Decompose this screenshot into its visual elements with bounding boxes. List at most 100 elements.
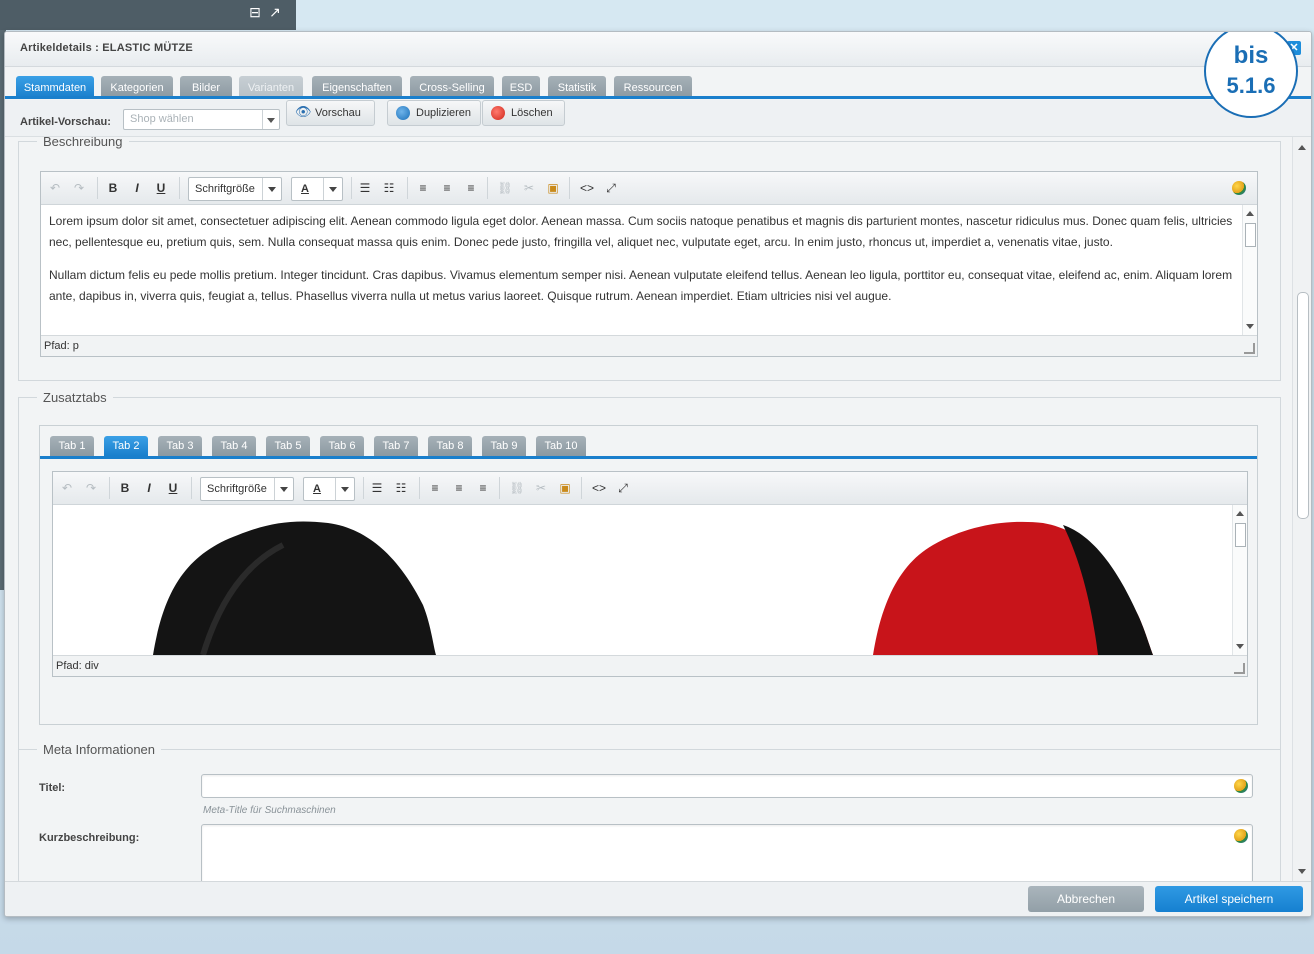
editor-scrollbar[interactable]	[1242, 205, 1257, 335]
editor-scrollbar[interactable]	[1232, 505, 1247, 655]
meta-short-description-input[interactable]	[201, 824, 1253, 882]
resize-handle-icon[interactable]	[1234, 663, 1245, 674]
article-toolbar: Artikel-Vorschau: Shop wählen 👁 Vorschau…	[5, 100, 1311, 137]
tab-statistik[interactable]: Statistik	[548, 76, 606, 98]
chevron-down-icon[interactable]	[262, 178, 281, 200]
align-left-icon[interactable]: ≡	[415, 180, 431, 196]
link-icon[interactable]: ⛓	[509, 480, 525, 496]
globe-icon[interactable]	[1234, 779, 1248, 793]
shop-select[interactable]: Shop wählen	[123, 109, 280, 130]
description-paragraph: Lorem ipsum dolor sit amet, consectetuer…	[49, 214, 1233, 249]
delete-icon	[491, 106, 505, 120]
meta-title-hint: Meta-Title für Suchmaschinen	[203, 805, 336, 816]
external-link-icon[interactable]: ↗	[267, 4, 283, 20]
globe-icon[interactable]	[1234, 829, 1248, 843]
chevron-down-icon[interactable]	[262, 110, 279, 129]
align-right-icon[interactable]: ≡	[463, 180, 479, 196]
unlink-icon[interactable]: ✂	[533, 480, 549, 496]
underline-icon[interactable]: U	[153, 180, 169, 196]
align-center-icon[interactable]: ≡	[451, 480, 467, 496]
meta-title-input[interactable]	[201, 774, 1253, 798]
text-color-icon: A	[301, 183, 309, 195]
ztab-5[interactable]: Tab 5	[266, 436, 310, 456]
zusatztabs-panel: Tab 1 Tab 2 Tab 3 Tab 4 Tab 5 Tab 6 Tab …	[39, 425, 1258, 725]
save-article-button[interactable]: Artikel speichern	[1155, 886, 1303, 912]
version-badge-line2: 5.1.6	[1226, 73, 1276, 98]
text-color-select[interactable]: A	[303, 477, 355, 501]
align-center-icon[interactable]: ≡	[439, 180, 455, 196]
ztab-4[interactable]: Tab 4	[212, 436, 256, 456]
window-header[interactable]: Artikeldetails : ELASTIC MÜTZE ✕	[5, 32, 1311, 67]
tab-cross-selling[interactable]: Cross-Selling	[410, 76, 494, 98]
globe-icon[interactable]	[1232, 181, 1246, 195]
tab-underline	[5, 96, 1311, 99]
tab-bilder[interactable]: Bilder	[180, 76, 232, 98]
numbered-list-icon[interactable]: ☷	[393, 480, 409, 496]
link-icon[interactable]: ⛓	[497, 180, 513, 196]
ztab-7[interactable]: Tab 7	[374, 436, 418, 456]
duplicate-button[interactable]: Duplizieren	[387, 100, 481, 126]
ztab-3[interactable]: Tab 3	[158, 436, 202, 456]
tab-content-editor: ↶ ↷ B I U Schriftgröße A ☰ ☷ ≡ ≡ ≡ ⛓ ✂ ▣…	[52, 471, 1248, 677]
bullet-list-icon[interactable]: ☰	[357, 180, 373, 196]
fullscreen-icon[interactable]: ⤢	[603, 180, 619, 196]
align-right-icon[interactable]: ≡	[475, 480, 491, 496]
bullet-list-icon[interactable]: ☰	[369, 480, 385, 496]
tab-kategorien[interactable]: Kategorien	[101, 76, 173, 98]
tab-ressourcen[interactable]: Ressourcen	[614, 76, 692, 98]
underline-icon[interactable]: U	[165, 480, 181, 496]
cancel-button[interactable]: Abbrechen	[1028, 886, 1144, 912]
ztab-6[interactable]: Tab 6	[320, 436, 364, 456]
ztab-8[interactable]: Tab 8	[428, 436, 472, 456]
scroll-thumb[interactable]	[1297, 292, 1309, 519]
window-scrollbar[interactable]	[1292, 137, 1311, 882]
zusatztabs-legend: Zusatztabs	[43, 390, 107, 405]
meta-legend: Meta Informationen	[43, 742, 156, 757]
editor-statusbar: Pfad: div	[53, 655, 1247, 676]
undo-icon[interactable]: ↶	[47, 180, 63, 196]
ztab-2[interactable]: Tab 2	[104, 436, 148, 456]
unlink-icon[interactable]: ✂	[521, 180, 537, 196]
bold-icon[interactable]: B	[105, 180, 121, 196]
media-icon[interactable]: ▣	[557, 480, 573, 496]
scroll-down-icon[interactable]	[1298, 869, 1306, 878]
code-icon[interactable]: <>	[579, 180, 595, 196]
italic-icon[interactable]: I	[141, 480, 157, 496]
delete-button-label: Löschen	[511, 107, 553, 119]
tab-eigenschaften[interactable]: Eigenschaften	[312, 76, 402, 98]
text-color-select[interactable]: A	[291, 177, 343, 201]
tab-content-image-area[interactable]	[53, 505, 1233, 655]
chevron-down-icon[interactable]	[274, 478, 293, 500]
font-size-select[interactable]: Schriftgröße	[188, 177, 282, 201]
code-icon[interactable]: <>	[591, 480, 607, 496]
ztab-10[interactable]: Tab 10	[536, 436, 586, 456]
preview-button[interactable]: 👁 Vorschau	[286, 100, 375, 126]
meta-title-label: Titel:	[39, 782, 66, 794]
delete-button[interactable]: Löschen	[482, 100, 565, 126]
window-title: Artikeldetails : ELASTIC MÜTZE	[20, 42, 193, 54]
media-icon[interactable]: ▣	[545, 180, 561, 196]
redo-icon[interactable]: ↷	[71, 180, 87, 196]
undo-icon[interactable]: ↶	[59, 480, 75, 496]
numbered-list-icon[interactable]: ☷	[381, 180, 397, 196]
ztab-1[interactable]: Tab 1	[50, 436, 94, 456]
italic-icon[interactable]: I	[129, 180, 145, 196]
chevron-down-icon[interactable]	[323, 178, 342, 200]
font-size-select[interactable]: Schriftgröße	[200, 477, 294, 501]
fullscreen-icon[interactable]: ⤢	[615, 480, 631, 496]
description-text[interactable]: Lorem ipsum dolor sit amet, consectetuer…	[41, 205, 1243, 335]
ztab-9[interactable]: Tab 9	[482, 436, 526, 456]
duplicate-icon	[396, 106, 410, 120]
editor-path: Pfad: div	[56, 660, 99, 672]
chevron-down-icon[interactable]	[335, 478, 354, 500]
align-left-icon[interactable]: ≡	[427, 480, 443, 496]
tab-varianten[interactable]: Varianten	[239, 76, 303, 98]
resize-handle-icon[interactable]	[1244, 343, 1255, 354]
minimize-icon[interactable]: ⊟	[247, 4, 263, 20]
scroll-up-icon[interactable]	[1298, 141, 1306, 150]
tab-esd[interactable]: ESD	[502, 76, 540, 98]
fieldset-meta: Meta Informationen Titel: Meta-Title für…	[18, 742, 1281, 882]
redo-icon[interactable]: ↷	[83, 480, 99, 496]
bold-icon[interactable]: B	[117, 480, 133, 496]
tab-stammdaten[interactable]: Stammdaten	[16, 76, 94, 98]
